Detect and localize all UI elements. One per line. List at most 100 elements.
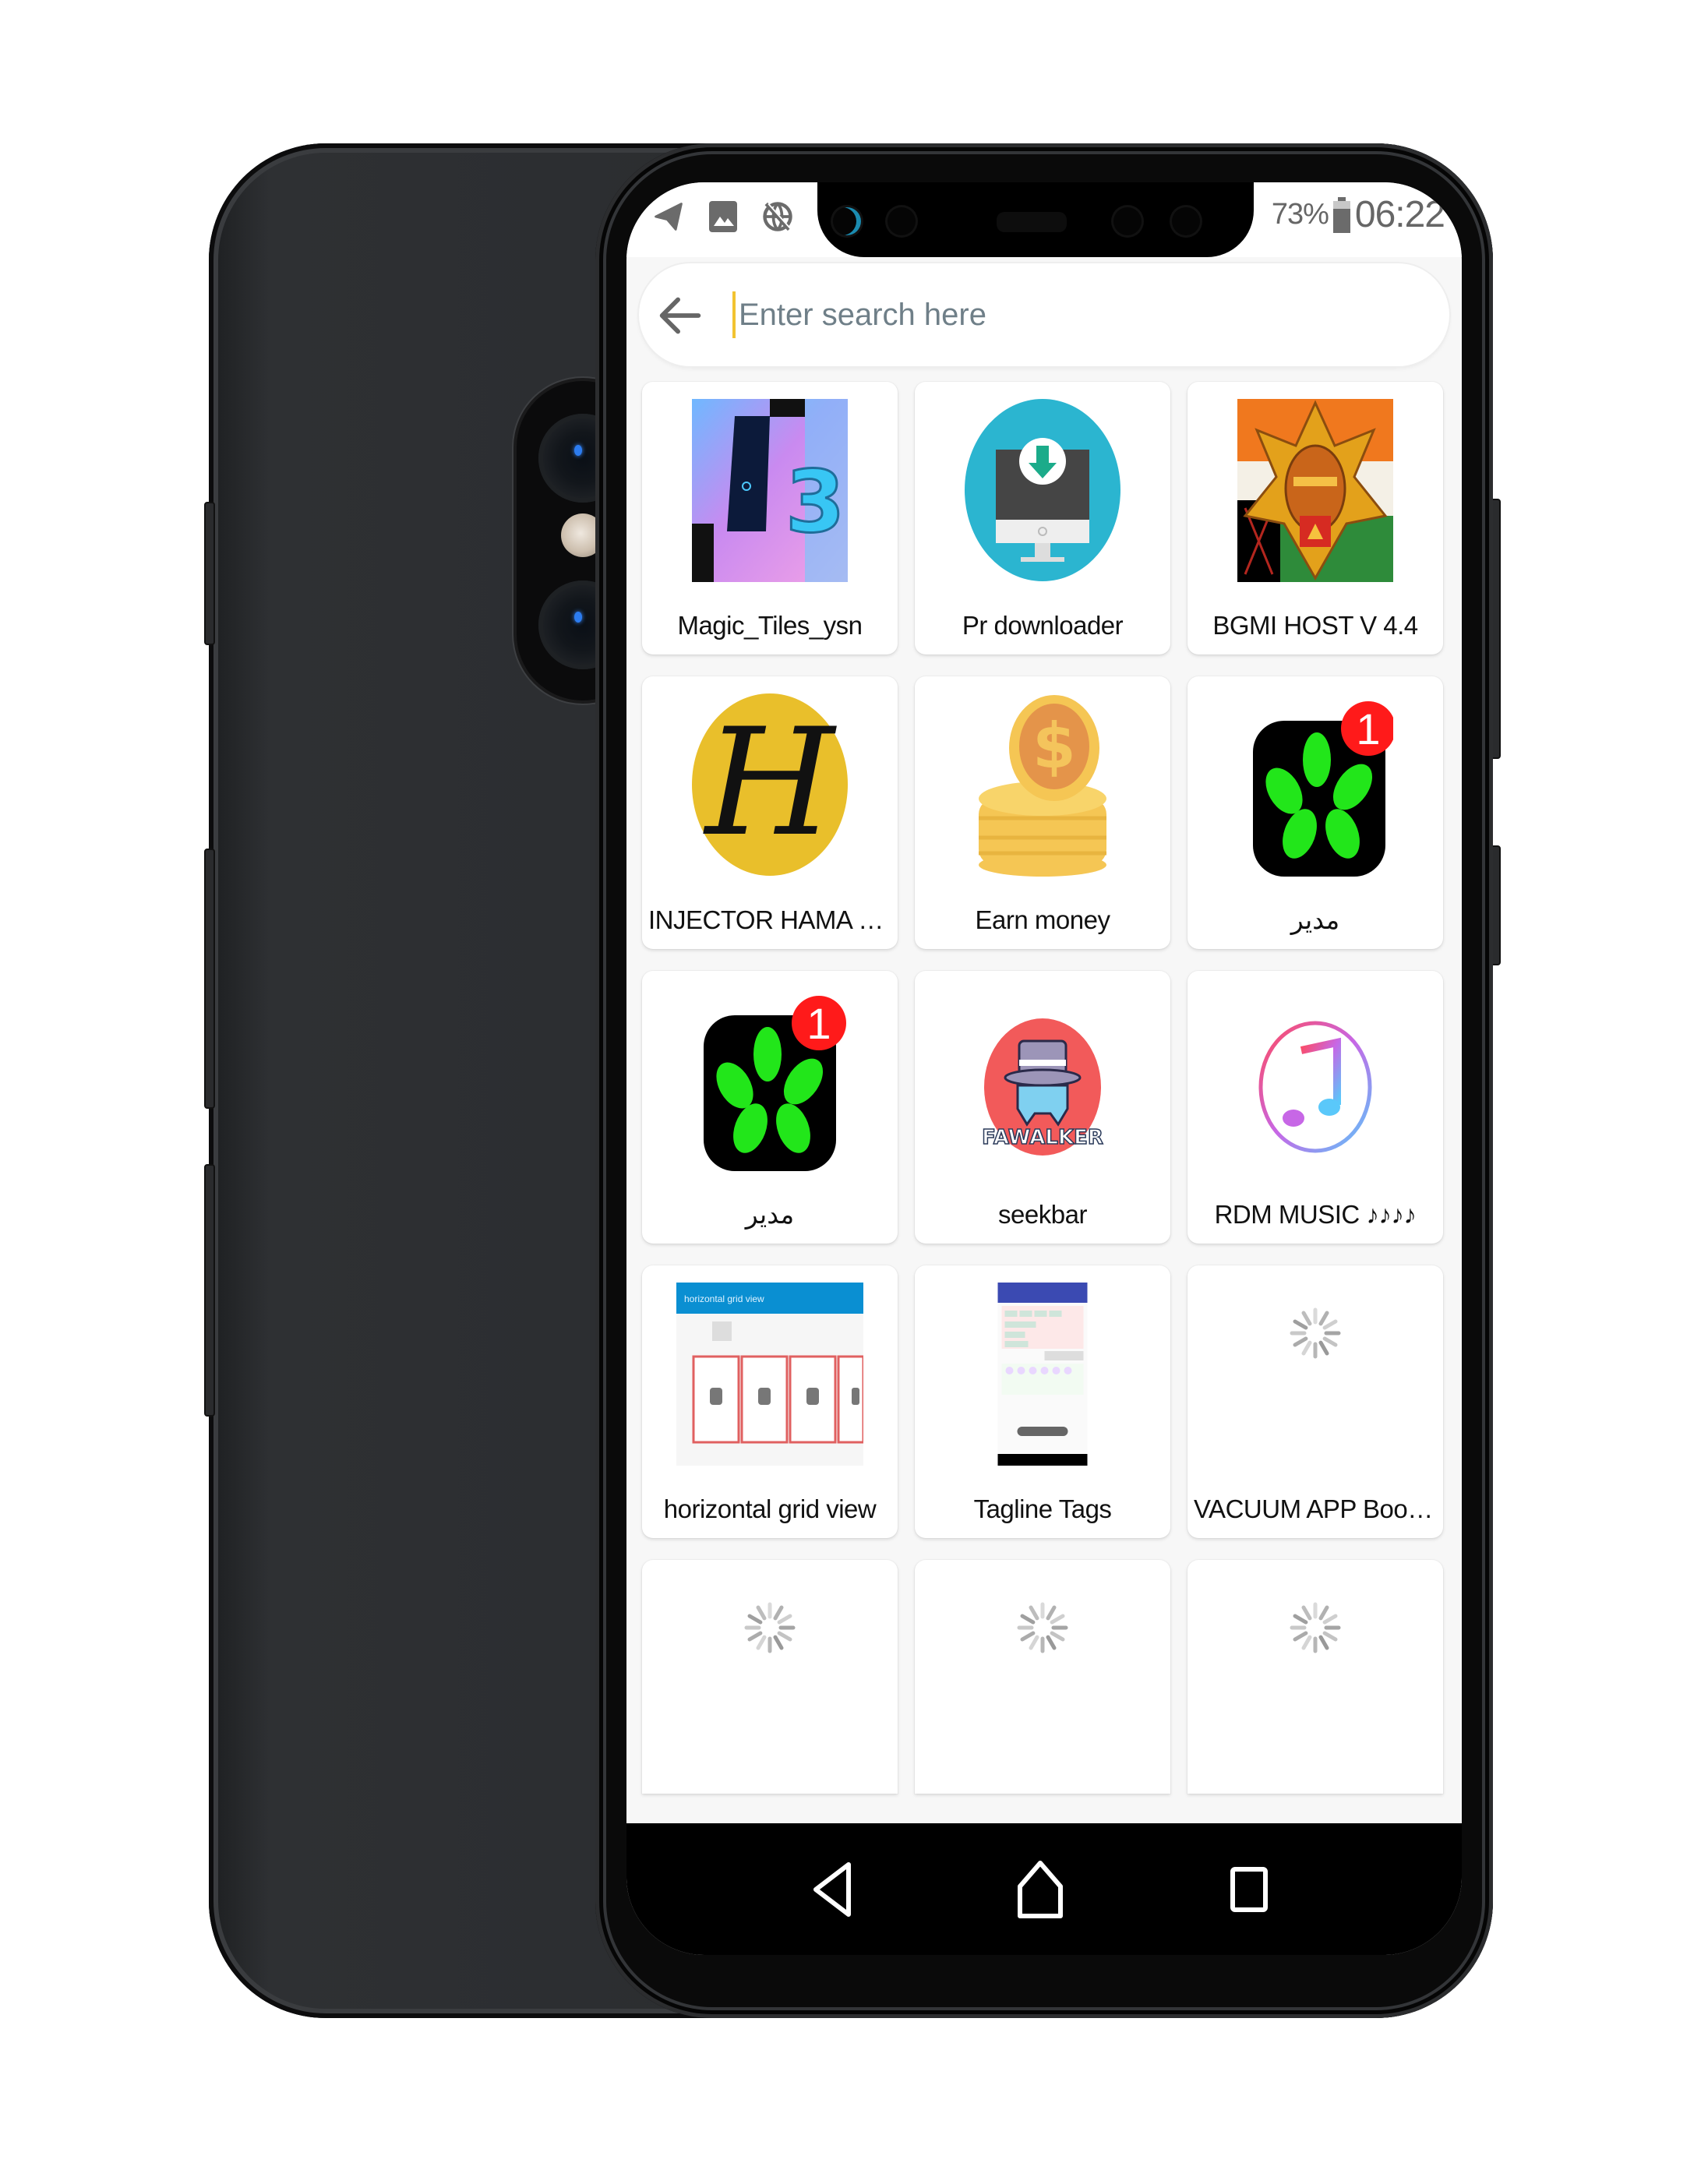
image-icon	[704, 198, 742, 235]
spinner-tick	[773, 1605, 784, 1621]
earpiece	[997, 212, 1067, 232]
spinner	[744, 1602, 796, 1653]
spinner-tick	[1318, 1311, 1329, 1326]
spinner	[1017, 1602, 1068, 1653]
display-notch	[817, 182, 1254, 257]
app-label: INJECTOR HAMA HA...	[648, 905, 891, 934]
icq-flower-icon: 1	[692, 988, 848, 1171]
app-label: VACUUM APP Booster	[1194, 1494, 1437, 1523]
nav-home-button[interactable]	[1005, 1854, 1075, 1925]
spinner-tick	[1301, 1635, 1312, 1650]
spinner-tick	[1050, 1614, 1065, 1625]
no-internet-icon	[759, 198, 796, 235]
app-label: Pr downloader	[962, 611, 1124, 640]
fawalker-icon: FAWALKER	[965, 988, 1120, 1171]
spinner-tick	[1322, 1319, 1338, 1330]
status-icons-left	[650, 198, 796, 235]
app-card[interactable]: 1 مدير	[642, 971, 898, 1244]
app-card[interactable]: 3 Magic_Tiles_ysn	[642, 382, 898, 655]
letter-h-icon: H	[692, 693, 848, 877]
app-card[interactable]: BGMI HOST V 4.4	[1187, 382, 1443, 655]
nav-back-button[interactable]	[798, 1854, 868, 1925]
loading-spinner-icon	[692, 1600, 848, 1655]
spinner	[1290, 1307, 1341, 1359]
app-label-text: RDM MUSIC ♪♪♪♪	[1214, 1200, 1417, 1229]
sensor-icon	[888, 207, 916, 235]
sensor-icon	[1172, 207, 1200, 235]
app-card[interactable]: horizontal grid view horizontal grid vie…	[642, 1265, 898, 1538]
spinner-tick	[1293, 1336, 1308, 1347]
spinner-tick	[1020, 1614, 1036, 1625]
app-card[interactable]: $ Earn money	[915, 676, 1170, 949]
home-icon	[1018, 1861, 1063, 1918]
spinner-tick	[1318, 1635, 1329, 1650]
spinner-tick	[1046, 1635, 1057, 1650]
fawalker-text: FAWALKER	[982, 1126, 1103, 1149]
spinner-tick	[1301, 1311, 1312, 1326]
arrow-left-icon[interactable]	[653, 288, 708, 343]
coins-icon: $	[965, 693, 1120, 877]
svg-text:H: H	[703, 697, 837, 869]
notification-badge: 1	[806, 999, 831, 1048]
app-card[interactable]: Pr downloader	[915, 382, 1170, 655]
app-label: seekbar	[998, 1200, 1087, 1229]
battery-icon	[1332, 196, 1350, 233]
spinner-tick	[1318, 1340, 1329, 1356]
navigation-bar	[626, 1823, 1462, 1955]
side-button	[204, 1164, 215, 1417]
spinner-tick	[1301, 1340, 1312, 1356]
app-label: BGMI HOST V 4.4	[1212, 611, 1418, 640]
app-grid: 3 Magic_Tiles_ysn Pr downloader BGMI HOS…	[642, 382, 1452, 1794]
app-card[interactable]: VACUUM APP Booster	[1187, 1265, 1443, 1538]
sensor-icon	[1113, 207, 1142, 235]
app-card[interactable]: Tagline Tags	[915, 1265, 1170, 1538]
app-card[interactable]: 1 مدير	[1187, 676, 1443, 949]
spinner-tick	[756, 1635, 767, 1650]
app-label: مدير	[745, 1200, 795, 1229]
spinner	[1290, 1602, 1341, 1653]
app-card[interactable]	[915, 1560, 1170, 1794]
app-card[interactable]: FAWALKER seekbar	[915, 971, 1170, 1244]
app-label: Magic_Tiles_ysn	[677, 611, 863, 640]
tagline-screenshot-icon	[997, 1283, 1088, 1466]
app-card[interactable]	[642, 1560, 898, 1794]
grid-view-screenshot-icon: horizontal grid view	[676, 1283, 863, 1466]
recents-square-icon	[1230, 1867, 1268, 1912]
side-button	[204, 502, 215, 645]
spinner-tick	[1322, 1336, 1338, 1347]
clock: 06:22	[1354, 194, 1445, 235]
bgmi-icon	[1237, 399, 1393, 582]
spinner-tick	[777, 1631, 792, 1642]
magic-tiles-icon: 3	[692, 399, 848, 582]
front-camera-icon	[833, 207, 861, 235]
status-bar: 73% 06:22	[626, 182, 1462, 257]
battery-percent: 73%	[1271, 198, 1329, 231]
app-card[interactable]: H INJECTOR HAMA HA...	[642, 676, 898, 949]
screenshot-title: horizontal grid view	[684, 1293, 764, 1304]
loading-spinner-icon	[965, 1600, 1120, 1655]
download-monitor-icon	[965, 399, 1120, 582]
phone-screen: 73% 06:22 Enter search here 3 Magic_Tile…	[626, 182, 1462, 1955]
spinner-tick	[1020, 1631, 1036, 1642]
svg-text:3: 3	[785, 452, 845, 552]
app-label: Tagline Tags	[973, 1494, 1112, 1523]
app-card[interactable]	[1187, 1560, 1443, 1794]
app-label: Earn money	[975, 905, 1110, 934]
search-bar	[639, 263, 1449, 366]
spinner-tick	[1293, 1319, 1308, 1330]
spinner-tick	[1046, 1605, 1057, 1621]
search-input[interactable]	[732, 291, 1424, 338]
spinner-tick	[773, 1635, 784, 1650]
spinner-tick	[1050, 1631, 1065, 1642]
spinner-tick	[747, 1631, 763, 1642]
spinner-tick	[1029, 1635, 1039, 1650]
spinner-tick	[1293, 1631, 1308, 1642]
spinner-tick	[1029, 1605, 1039, 1621]
app-label: horizontal grid view	[663, 1494, 877, 1523]
side-button	[204, 849, 215, 1109]
spinner-tick	[1318, 1605, 1329, 1621]
phone-front: 73% 06:22 Enter search here 3 Magic_Tile…	[595, 143, 1493, 2018]
nav-recents-button[interactable]	[1214, 1854, 1284, 1925]
app-card[interactable]: RDM MUSIC ♪♪♪♪	[1187, 971, 1443, 1244]
spinner-tick	[1322, 1614, 1338, 1625]
